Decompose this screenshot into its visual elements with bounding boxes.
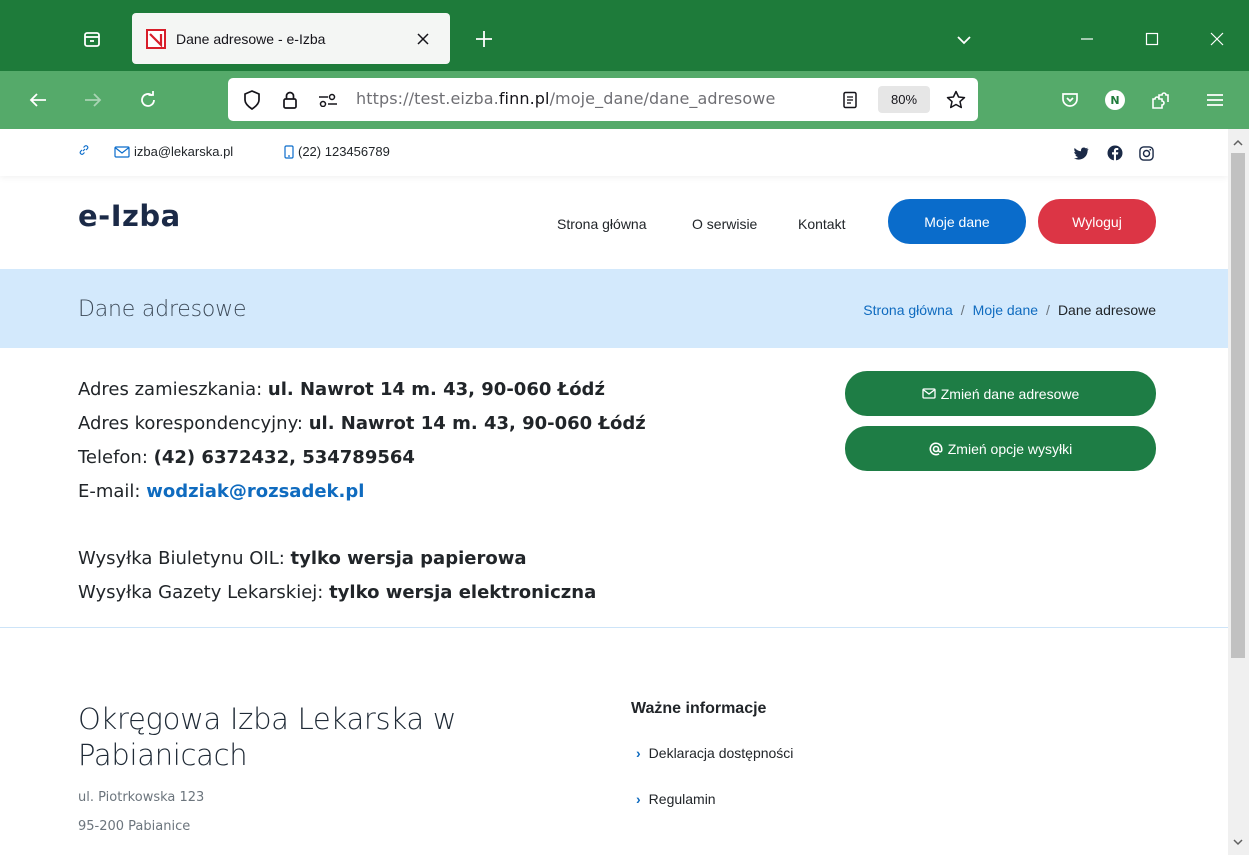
reader-view-icon[interactable]	[838, 88, 862, 112]
web-page: izba@lekarska.pl (22) 123456789 e-Izba S…	[0, 129, 1228, 855]
breadcrumb-home[interactable]: Strona główna	[863, 302, 953, 318]
gazette-shipping-value: tylko wersja elektroniczna	[329, 582, 597, 603]
url-text[interactable]: https://test.eizba.finn.pl/moje_dane/dan…	[356, 89, 775, 108]
residence-address-value: ul. Nawrot 14 m. 43, 90-060 Łódź	[267, 379, 605, 400]
nav-link-contact[interactable]: Kontakt	[798, 216, 845, 232]
breadcrumb-separator: /	[960, 302, 965, 318]
bulletin-shipping-value: tylko wersja papierowa	[290, 548, 527, 569]
correspondence-address-row: Adres korespondencyjny: ul. Nawrot 14 m.…	[78, 407, 646, 441]
chevron-right-icon: ›	[636, 791, 641, 807]
maximize-icon[interactable]	[1135, 22, 1169, 56]
section-divider	[0, 627, 1228, 628]
change-address-button[interactable]: Zmień dane adresowe	[845, 371, 1156, 416]
site-favicon-icon	[146, 28, 166, 49]
window-close-icon[interactable]	[1200, 22, 1234, 56]
page-title: Dane adresowe	[78, 297, 247, 322]
back-arrow-icon[interactable]	[23, 85, 53, 115]
footer-link-accessibility[interactable]: › Deklaracja dostępności	[636, 745, 793, 761]
link-icon[interactable]	[78, 144, 90, 156]
breadcrumb-separator: /	[1046, 302, 1050, 318]
my-data-button[interactable]: Moje dane	[888, 199, 1026, 244]
forward-arrow-icon[interactable]	[78, 85, 108, 115]
residence-address-label: Adres zamieszkania:	[78, 379, 263, 400]
bulletin-shipping-label: Wysyłka Biuletynu OIL:	[78, 548, 285, 569]
bookmark-star-icon[interactable]	[944, 88, 968, 112]
site-logo[interactable]: e-Izba	[78, 199, 181, 233]
email-label: E-mail:	[78, 481, 141, 502]
minimize-icon[interactable]	[1070, 22, 1104, 56]
change-address-label: Zmień dane adresowe	[940, 385, 1080, 402]
footer-link-label: Regulamin	[648, 791, 716, 807]
footer-info-heading: Ważne informacje	[631, 700, 767, 717]
page-header-band: Dane adresowe Strona główna / Moje dane …	[0, 269, 1228, 348]
envelope-icon	[922, 388, 936, 399]
correspondence-address-label: Adres korespondencyjny:	[78, 413, 303, 434]
phone-label: Telefon:	[78, 447, 148, 468]
topbar-phone-text: (22) 123456789	[298, 144, 390, 159]
url-path: /moje_dane/dane_adresowe	[549, 89, 776, 108]
nav-link-home[interactable]: Strona główna	[557, 216, 647, 232]
reload-icon[interactable]	[133, 85, 163, 115]
footer-address-line1: ul. Piotrkowska 123	[78, 790, 205, 805]
browser-toolbar: https://test.eizba.finn.pl/moje_dane/dan…	[0, 71, 1249, 129]
twitter-icon[interactable]	[1071, 143, 1091, 163]
browser-tab-active[interactable]: Dane adresowe - e-Izba	[132, 13, 450, 64]
email-row: E-mail: wodziak@rozsadek.pl	[78, 475, 646, 509]
page-scrollbar[interactable]	[1228, 129, 1249, 855]
shield-icon[interactable]	[240, 88, 264, 112]
url-domain: finn.pl	[498, 89, 550, 108]
nav-link-about[interactable]: O serwisie	[692, 216, 757, 232]
pocket-icon[interactable]	[1055, 85, 1085, 115]
url-prefix: https://test.eizba.	[356, 89, 499, 108]
scroll-down-arrow-icon[interactable]	[1231, 835, 1245, 849]
change-shipping-button[interactable]: Zmień opcje wysyłki	[845, 426, 1156, 471]
footer-link-label: Deklaracja dostępności	[648, 745, 794, 761]
gazette-shipping-row: Wysyłka Gazety Lekarskiej: tylko wersja …	[78, 576, 646, 610]
breadcrumb-my-data[interactable]: Moje dane	[973, 302, 1038, 318]
change-shipping-label: Zmień opcje wysyłki	[947, 440, 1073, 457]
phone-value: (42) 6372432, 534789564	[153, 447, 415, 468]
phone-row: Telefon: (42) 6372432, 534789564	[78, 441, 646, 475]
instagram-icon[interactable]	[1136, 143, 1156, 163]
breadcrumb-current: Dane adresowe	[1057, 302, 1156, 318]
facebook-icon[interactable]	[1105, 143, 1125, 163]
svg-text:N: N	[1110, 94, 1119, 107]
tab-title: Dane adresowe - e-Izba	[176, 30, 326, 47]
tab-list-chevron-icon[interactable]	[950, 26, 978, 54]
topbar-email[interactable]: izba@lekarska.pl	[114, 144, 233, 159]
extensions-icon[interactable]	[1145, 85, 1175, 115]
scroll-up-arrow-icon[interactable]	[1231, 135, 1245, 149]
gazette-shipping-label: Wysyłka Gazety Lekarskiej:	[78, 582, 324, 603]
scrollbar-thumb[interactable]	[1231, 153, 1245, 658]
envelope-icon	[114, 145, 130, 158]
residence-address-row: Adres zamieszkania: ul. Nawrot 14 m. 43,…	[78, 373, 646, 407]
hamburger-menu-icon[interactable]	[1200, 85, 1230, 115]
bulletin-shipping-row: Wysyłka Biuletynu OIL: tylko wersja papi…	[78, 542, 646, 576]
footer-link-terms[interactable]: › Regulamin	[636, 791, 716, 807]
footer-address-line2: 95-200 Pabianice	[78, 819, 191, 834]
correspondence-address-value: ul. Nawrot 14 m. 43, 90-060 Łódź	[308, 413, 646, 434]
zoom-level-button[interactable]: 80%	[878, 86, 930, 113]
at-sign-icon	[929, 441, 943, 455]
chevron-right-icon: ›	[636, 745, 641, 761]
topbar-phone[interactable]: (22) 123456789	[284, 144, 390, 159]
tab-overview-icon[interactable]	[78, 25, 106, 53]
contact-topbar: izba@lekarska.pl (22) 123456789	[0, 129, 1228, 176]
logout-button[interactable]: Wyloguj	[1038, 199, 1156, 244]
footer-org-name: Okręgowa Izba Lekarska w Pabianicach	[78, 702, 457, 772]
permissions-icon[interactable]	[316, 88, 340, 112]
mobile-phone-icon	[284, 144, 294, 159]
tab-close-icon[interactable]	[408, 24, 438, 54]
email-link[interactable]: wodziak@rozsadek.pl	[146, 481, 364, 502]
address-bar[interactable]: https://test.eizba.finn.pl/moje_dane/dan…	[228, 78, 978, 121]
topbar-email-text: izba@lekarska.pl	[134, 144, 234, 159]
browser-tab-bar: Dane adresowe - e-Izba	[0, 0, 1249, 71]
address-details: Adres zamieszkania: ul. Nawrot 14 m. 43,…	[78, 373, 646, 610]
account-avatar-icon[interactable]: N	[1100, 85, 1130, 115]
breadcrumb: Strona główna / Moje dane / Dane adresow…	[863, 302, 1156, 318]
lock-icon[interactable]	[278, 88, 302, 112]
new-tab-icon[interactable]	[470, 25, 498, 53]
